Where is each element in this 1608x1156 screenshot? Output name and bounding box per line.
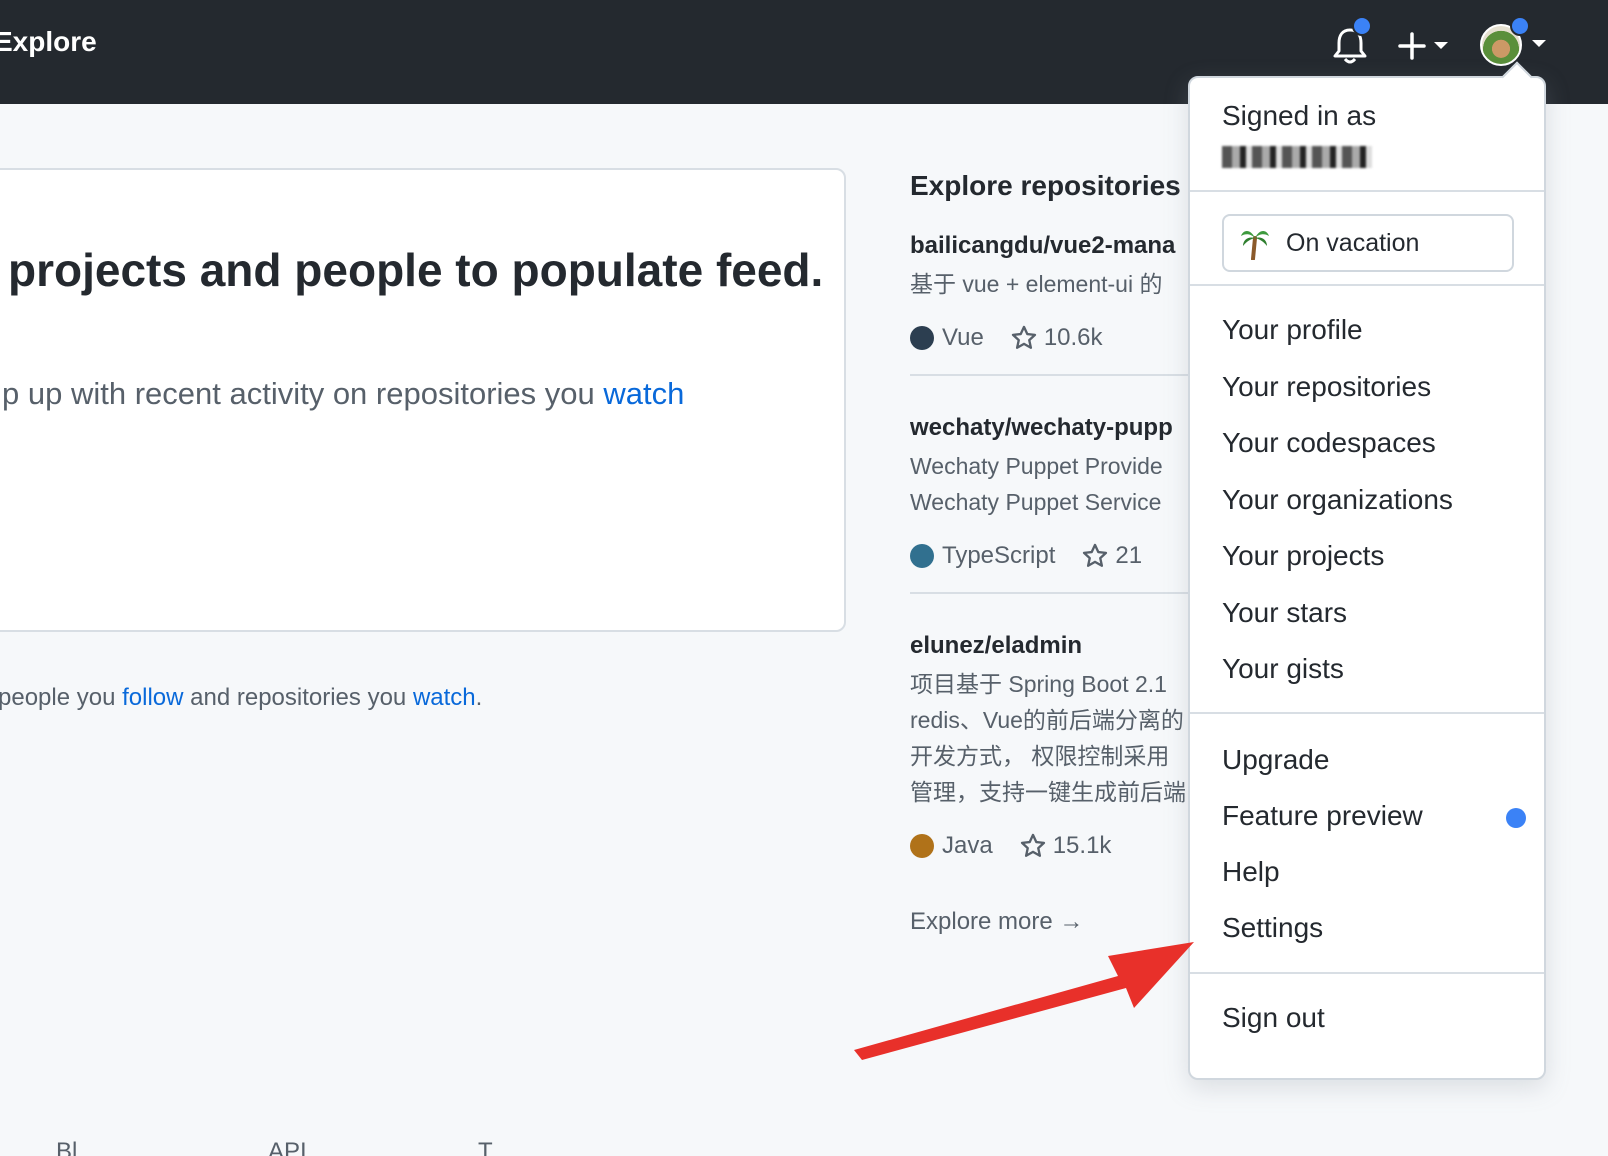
repo-language: Vue	[942, 324, 984, 351]
follow-link[interactable]: follow	[122, 684, 183, 711]
signed-in-label: Signed in as	[1222, 100, 1377, 131]
status-text: On vacation	[1286, 228, 1420, 257]
language-color-dot	[910, 834, 934, 858]
menu-item-your-projects[interactable]: Your projects	[1222, 540, 1384, 572]
star-icon[interactable]	[1010, 324, 1038, 352]
repo-name-link[interactable]: elunez/eladmin	[910, 632, 1190, 660]
repo-description: Wechaty Puppet Service	[910, 489, 1162, 515]
repo-description: redis、Vue的前后端分离的	[910, 707, 1184, 733]
create-new-dropdown[interactable]	[1398, 26, 1454, 66]
menu-item-your-stars[interactable]: Your stars	[1222, 597, 1347, 629]
repo-meta: Java 15.1k	[910, 832, 1190, 860]
feed-empty-title: projects and people to populate feed.	[8, 244, 824, 296]
divider	[1190, 712, 1544, 714]
repo-description: Wechaty Puppet Provide	[910, 453, 1163, 479]
menu-item-upgrade[interactable]: Upgrade	[1222, 744, 1329, 776]
menu-item-your-gists[interactable]: Your gists	[1222, 653, 1344, 685]
footer-link[interactable]: Bl	[56, 1138, 77, 1156]
feed-footnote: people you follow and repositories you w…	[0, 684, 482, 712]
repo-item: bailicangdu/vue2-mana 基于 vue + element-ui…	[910, 232, 1190, 376]
divider	[1190, 972, 1544, 974]
watch-link[interactable]: watch	[413, 684, 476, 711]
divider	[1190, 284, 1544, 286]
palm-tree-icon	[1241, 231, 1269, 260]
chevron-down-icon	[1532, 40, 1546, 47]
plus-icon	[1398, 32, 1448, 60]
nav-explore-link[interactable]: Explore	[0, 26, 97, 58]
language-color-dot	[910, 544, 934, 568]
divider	[1190, 190, 1544, 192]
repo-name-link[interactable]: wechaty/wechaty-pupp	[910, 414, 1190, 442]
footer-link[interactable]: API	[268, 1138, 307, 1156]
user-dropdown-menu: Signed in as On vacation Your profile You…	[1188, 61, 1546, 1080]
menu-item-your-organizations[interactable]: Your organizations	[1222, 484, 1453, 516]
explore-heading: Explore repositories	[910, 170, 1181, 201]
star-icon[interactable]	[1081, 542, 1109, 570]
empty-feed-card: projects and people to populate feed. p …	[0, 168, 846, 632]
notification-indicator-dot	[1352, 16, 1372, 36]
footnote-text: .	[475, 684, 483, 711]
annotation-arrow-icon	[854, 942, 1194, 1060]
repo-star-count: 10.6k	[1043, 324, 1103, 351]
menu-item-sign-out[interactable]: Sign out	[1222, 1002, 1325, 1034]
repo-item: elunez/eladmin 项目基于 Spring Boot 2.1 redis、…	[910, 632, 1190, 882]
repo-list: bailicangdu/vue2-mana 基于 vue + element-ui…	[910, 232, 1190, 882]
repo-description: 开发方式， 权限控制采用	[910, 743, 1170, 769]
redacted-username	[1222, 146, 1372, 168]
feature-preview-dot	[1506, 808, 1526, 828]
watch-link[interactable]: watch	[603, 376, 684, 411]
repo-name-link[interactable]: bailicangdu/vue2-mana	[910, 232, 1190, 260]
repo-description: 基于 vue + element-ui 的	[910, 271, 1163, 297]
feed-empty-subtitle: p up with recent activity on repositorie…	[2, 376, 684, 412]
avatar-indicator-dot	[1510, 16, 1530, 36]
repo-meta: TypeScript 21	[910, 542, 1190, 570]
repo-star-count: 21	[1115, 542, 1143, 569]
repo-language: Java	[942, 832, 993, 859]
set-status-button[interactable]: On vacation	[1222, 214, 1514, 272]
menu-item-your-codespaces[interactable]: Your codespaces	[1222, 427, 1436, 459]
language-color-dot	[910, 326, 934, 350]
signed-in-header: Signed in as	[1190, 100, 1544, 168]
footnote-text: people you	[0, 684, 123, 711]
explore-repositories-panel: Explore repositories bailicangdu/vue2-ma…	[910, 170, 1190, 970]
repo-star-count: 15.1k	[1052, 832, 1112, 859]
menu-item-help[interactable]: Help	[1222, 856, 1280, 888]
notifications-bell-icon[interactable]	[1330, 16, 1372, 68]
feed-subtitle-text: p up with recent activity on repositorie…	[2, 376, 604, 411]
repo-item: wechaty/wechaty-pupp Wechaty Puppet Provi…	[910, 414, 1190, 594]
footer-link[interactable]: T	[478, 1138, 493, 1156]
footer-links: Bl API T	[0, 1138, 1608, 1156]
footnote-text: and repositories you	[183, 684, 413, 711]
repo-description: 管理，支持一键生成前后端	[910, 779, 1186, 805]
repo-description: 项目基于 Spring Boot 2.1	[910, 671, 1167, 697]
repo-meta: Vue 10.6k	[910, 324, 1190, 352]
star-icon[interactable]	[1019, 832, 1047, 860]
repo-language: TypeScript	[942, 542, 1056, 569]
menu-item-feature-preview[interactable]: Feature preview	[1222, 800, 1423, 832]
menu-item-settings[interactable]: Settings	[1222, 912, 1323, 944]
menu-item-your-profile[interactable]: Your profile	[1222, 314, 1363, 346]
menu-item-your-repositories[interactable]: Your repositories	[1222, 371, 1431, 403]
